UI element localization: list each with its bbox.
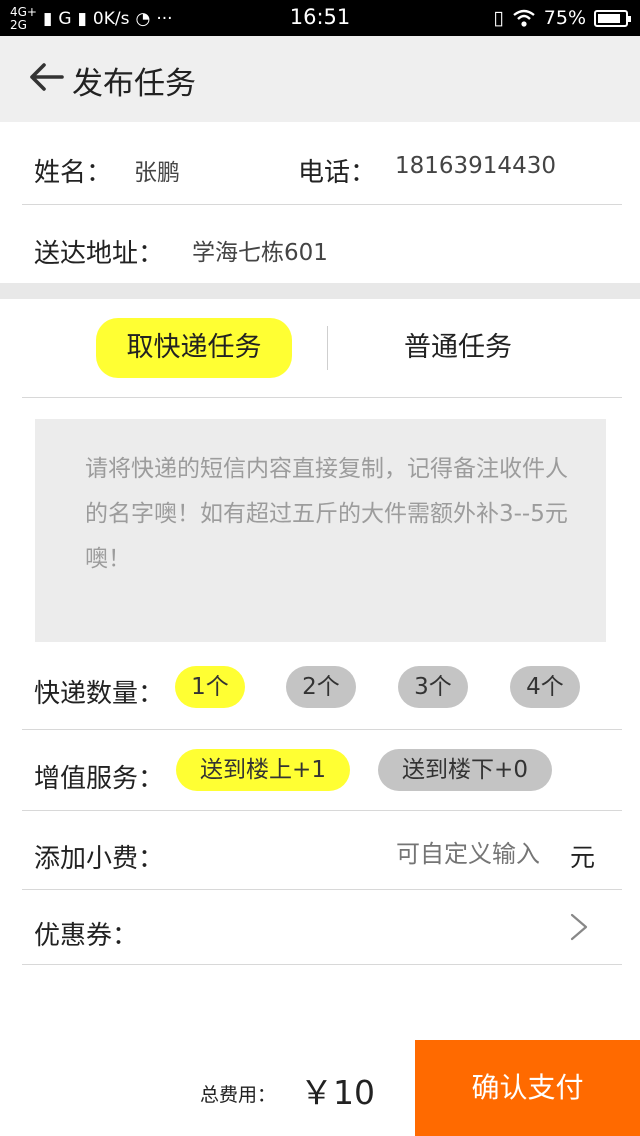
divider <box>22 729 622 730</box>
sms-content-textarea[interactable]: 请将快递的短信内容直接复制，记得备注收件人的名字噢！如有超过五斤的大件需额外补3… <box>35 419 606 642</box>
title-bar: 发布任务 <box>0 36 640 122</box>
quantity-option-2[interactable]: 2个 <box>286 666 356 708</box>
address-label: 送达地址： <box>34 239 165 269</box>
textarea-placeholder: 请将快递的短信内容直接复制，记得备注收件人的名字噢！如有超过五斤的大件需额外补3… <box>85 456 568 572</box>
service-label: 增值服务： <box>34 764 165 794</box>
coupon-label: 优惠券： <box>34 921 139 951</box>
quantity-option-4[interactable]: 4个 <box>510 666 580 708</box>
status-right: ▯ 75% <box>493 4 631 32</box>
vibrate-icon: ▯ <box>493 7 504 29</box>
quantity-option-1[interactable]: 1个 <box>175 666 245 708</box>
tab-divider <box>327 326 328 370</box>
total-fee-label: 总费用： <box>200 1084 277 1106</box>
battery-percent: 75% <box>543 7 586 29</box>
status-bar: 4G+ 2G ▮ G ▮ 0K/s ◔ ··· 16:51 ▯ 75% <box>0 0 640 36</box>
service-option-downstairs[interactable]: 送到楼下+0 <box>378 749 552 791</box>
battery-icon <box>594 9 631 27</box>
address-value: 学海七栋601 <box>192 240 328 266</box>
divider <box>22 204 622 205</box>
confirm-pay-button[interactable]: 确认支付 <box>415 1040 640 1136</box>
divider <box>22 964 622 965</box>
divider <box>22 810 622 811</box>
wifi-icon <box>513 9 535 27</box>
quantity-option-3[interactable]: 3个 <box>398 666 468 708</box>
service-option-upstairs[interactable]: 送到楼上+1 <box>176 749 350 791</box>
tip-label: 添加小费： <box>34 844 165 874</box>
section-separator <box>0 283 640 299</box>
divider <box>22 889 622 890</box>
tip-input[interactable] <box>340 834 540 874</box>
quantity-label: 快递数量： <box>34 679 165 709</box>
page-title: 发布任务 <box>72 66 196 102</box>
total-fee-amount: ￥10 <box>300 1073 375 1112</box>
phone-value: 18163914430 <box>395 153 556 179</box>
divider <box>22 397 622 398</box>
tab-normal-task[interactable]: 普通任务 <box>370 318 546 378</box>
chevron-right-icon[interactable] <box>566 912 592 942</box>
tab-express-task[interactable]: 取快递任务 <box>96 318 292 378</box>
name-value: 张鹏 <box>134 160 180 186</box>
tip-unit: 元 <box>570 843 596 872</box>
name-label: 姓名： <box>34 158 113 188</box>
phone-label: 电话： <box>298 158 377 188</box>
arrow-left-icon[interactable] <box>28 62 64 92</box>
